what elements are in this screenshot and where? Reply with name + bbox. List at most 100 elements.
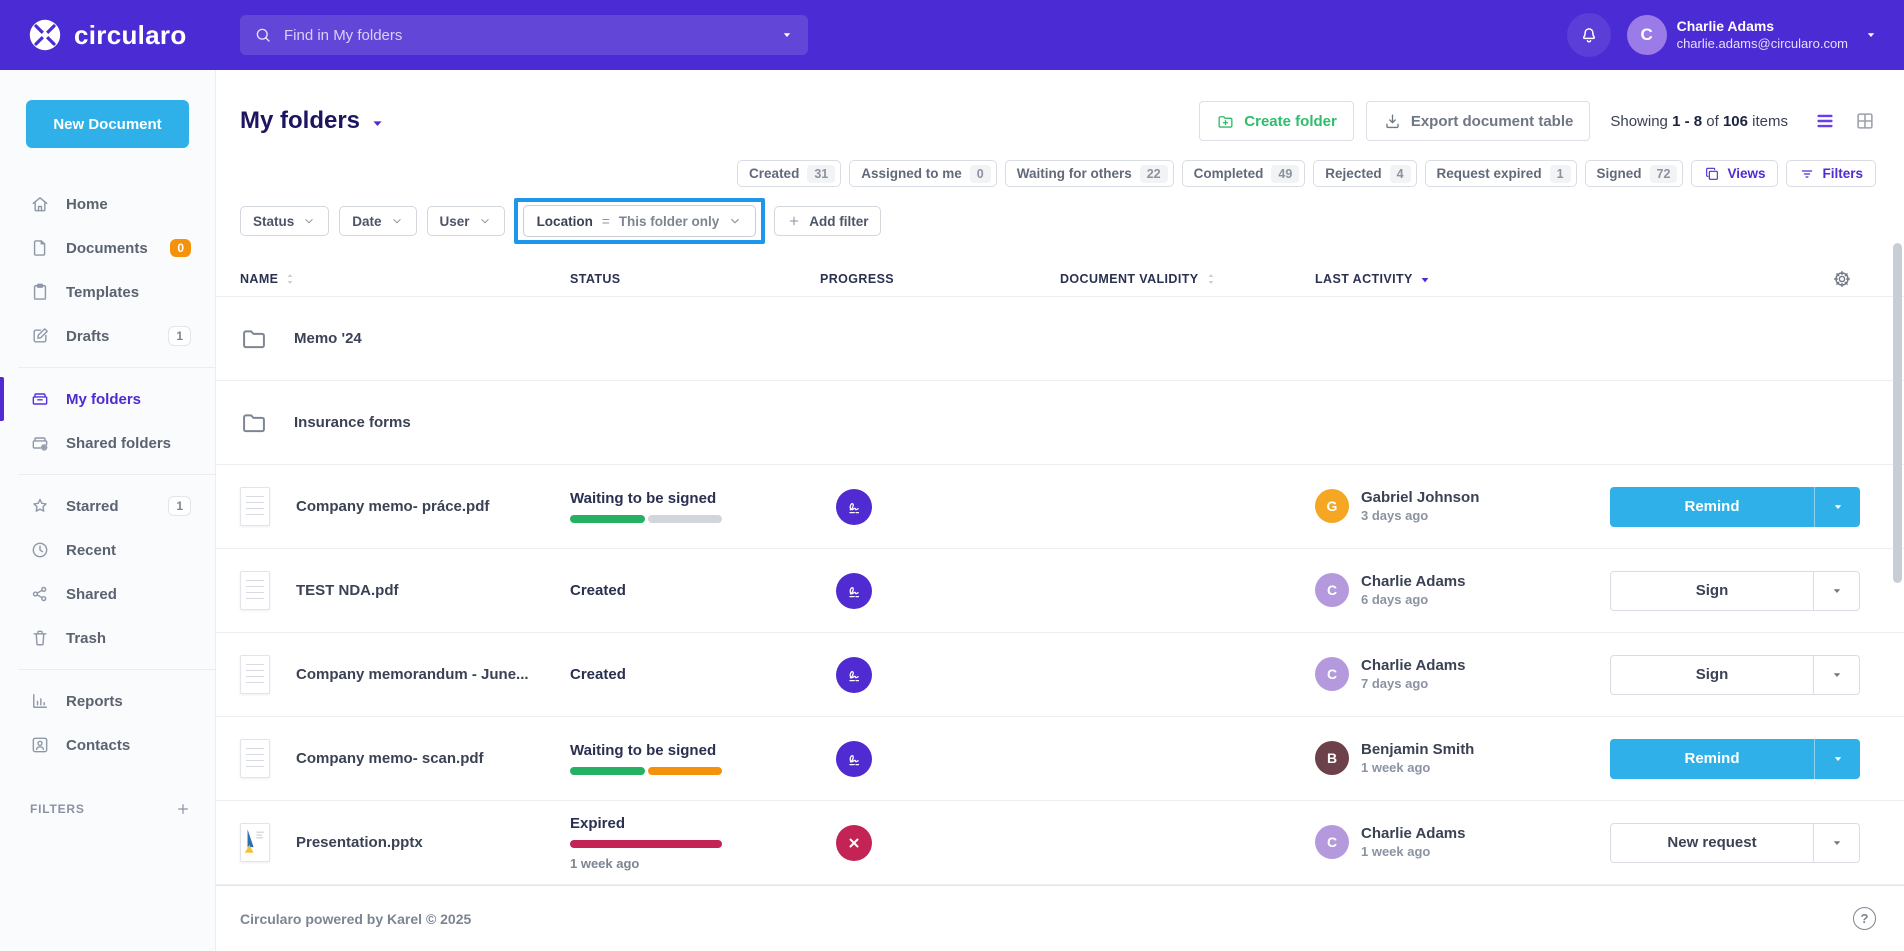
chip-created[interactable]: Created31	[737, 160, 841, 187]
action-button-new-request[interactable]: New request	[1610, 823, 1860, 863]
document-thumbnail	[240, 655, 270, 694]
column-header-name[interactable]: NAME	[240, 271, 570, 287]
chip-count: 22	[1140, 165, 1168, 183]
search-input[interactable]	[284, 27, 768, 44]
row-status: Waiting to be signed	[570, 491, 820, 506]
document-row-test-nda-pdf[interactable]: TEST NDA.pdfCreatedCCharlie Adams6 days …	[216, 549, 1904, 633]
sidebar-item-home[interactable]: Home	[0, 182, 215, 226]
sidebar-item-recent[interactable]: Recent	[0, 528, 215, 572]
sidebar-item-documents[interactable]: Documents0	[0, 226, 215, 270]
user-menu[interactable]: C Charlie Adams charlie.adams@circularo.…	[1627, 15, 1878, 55]
row-name[interactable]: Insurance forms	[294, 414, 411, 431]
sidebar-item-reports[interactable]: Reports	[0, 679, 215, 723]
action-label[interactable]: Remind	[1610, 487, 1814, 527]
action-label[interactable]: New request	[1611, 824, 1813, 862]
sidebar-item-drafts[interactable]: Drafts1	[0, 314, 215, 358]
location-filter[interactable]: Location = This folder only	[523, 205, 757, 237]
notifications-button[interactable]	[1567, 13, 1611, 57]
filter-dropdown-date[interactable]: Date	[339, 206, 416, 236]
sidebar-divider	[18, 474, 215, 475]
signature-icon[interactable]	[836, 657, 872, 693]
signature-icon[interactable]	[836, 489, 872, 525]
folder-plus-icon	[1216, 112, 1235, 131]
grid-view-icon[interactable]	[1854, 110, 1876, 132]
brand-logo[interactable]: circularo	[0, 16, 216, 54]
document-row-company-memo-scan-pdf[interactable]: Company memo- scan.pdfWaiting to be sign…	[216, 717, 1904, 801]
row-name[interactable]: TEST NDA.pdf	[296, 582, 399, 599]
sidebar-item-trash[interactable]: Trash	[0, 616, 215, 660]
showing-range: 1 - 8	[1672, 113, 1702, 130]
folder-row-memo-24[interactable]: Memo '24	[216, 297, 1904, 381]
row-name[interactable]: Company memo- scan.pdf	[296, 750, 484, 767]
expired-icon[interactable]	[836, 825, 872, 861]
document-row-company-memorandum-june[interactable]: Company memorandum - June...CreatedCChar…	[216, 633, 1904, 717]
chevron-down-icon	[302, 214, 316, 228]
add-filter-button[interactable]: Add filter	[774, 206, 881, 236]
chip-completed[interactable]: Completed49	[1182, 160, 1306, 187]
sidebar-item-badge: 1	[168, 496, 191, 516]
add-saved-filter-icon[interactable]	[175, 801, 191, 817]
new-document-button[interactable]: New Document	[26, 100, 189, 148]
action-dropdown-caret[interactable]	[1814, 487, 1860, 527]
create-folder-button[interactable]: Create folder	[1199, 101, 1354, 141]
gear-icon[interactable]	[1832, 269, 1852, 289]
column-header-document-validity[interactable]: DOCUMENT VALIDITY	[1060, 271, 1315, 287]
chevron-down-icon	[390, 214, 404, 228]
home-icon	[30, 194, 50, 214]
activity-time: 1 week ago	[1361, 760, 1474, 777]
chip-assigned-to-me[interactable]: Assigned to me0	[849, 160, 996, 187]
action-label[interactable]: Remind	[1610, 739, 1814, 779]
filter-dropdown-user[interactable]: User	[427, 206, 505, 236]
row-name[interactable]: Memo '24	[294, 330, 362, 347]
status-time: 1 week ago	[570, 857, 820, 870]
action-dropdown-caret[interactable]	[1813, 572, 1859, 610]
sidebar-item-shared[interactable]: Shared	[0, 572, 215, 616]
search-scope-caret-icon[interactable]	[780, 28, 794, 42]
row-name[interactable]: Company memo- práce.pdf	[296, 498, 489, 515]
sidebar-item-badge: 1	[168, 326, 191, 346]
action-dropdown-caret[interactable]	[1814, 739, 1860, 779]
activity-user: Benjamin Smith	[1361, 740, 1474, 760]
signature-icon[interactable]	[836, 741, 872, 777]
sidebar-item-starred[interactable]: Starred 1	[0, 484, 215, 528]
action-button-sign[interactable]: Sign	[1610, 571, 1860, 611]
sidebar-item-templates[interactable]: Templates	[0, 270, 215, 314]
document-row-company-memo-pr-ce-pdf[interactable]: Company memo- práce.pdf Waiting to be sig…	[216, 465, 1904, 549]
sidebar-item-my-folders[interactable]: My folders	[0, 377, 215, 421]
filters-button[interactable]: Filters	[1786, 160, 1876, 187]
export-table-button[interactable]: Export document table	[1366, 101, 1591, 141]
action-button-remind[interactable]: Remind	[1610, 487, 1860, 527]
sidebar-item-label: Starred	[66, 498, 119, 515]
action-label[interactable]: Sign	[1611, 656, 1813, 694]
chip-request-expired[interactable]: Request expired1	[1425, 160, 1577, 187]
document-row-presentation-pptx[interactable]: Presentation.pptxExpired1 week agoCCharl…	[216, 801, 1904, 885]
folder-row-insurance-forms[interactable]: Insurance forms	[216, 381, 1904, 465]
sidebar-item-shared-folders[interactable]: Shared folders	[0, 421, 215, 465]
action-label[interactable]: Sign	[1611, 572, 1813, 610]
filter-dropdowns: Status Date User	[240, 206, 505, 236]
vertical-scrollbar[interactable]	[1893, 243, 1902, 583]
sidebar-item-contacts[interactable]: Contacts	[0, 723, 215, 767]
action-dropdown-caret[interactable]	[1813, 824, 1859, 862]
row-name[interactable]: Company memorandum - June...	[296, 666, 529, 683]
chip-count: 49	[1271, 165, 1299, 183]
chip-rejected[interactable]: Rejected4	[1313, 160, 1416, 187]
row-name[interactable]: Presentation.pptx	[296, 834, 423, 851]
action-dropdown-caret[interactable]	[1813, 656, 1859, 694]
activity-avatar: C	[1315, 657, 1349, 691]
signature-icon[interactable]	[836, 573, 872, 609]
list-view-icon[interactable]	[1814, 110, 1836, 132]
views-button[interactable]: Views	[1691, 160, 1778, 187]
column-header-last-activity[interactable]: LAST ACTIVITY	[1315, 271, 1610, 287]
chip-signed[interactable]: Signed72	[1585, 160, 1684, 187]
action-button-sign[interactable]: Sign	[1610, 655, 1860, 695]
title-caret-icon	[370, 116, 385, 131]
action-button-remind[interactable]: Remind	[1610, 739, 1860, 779]
filter-dropdown-status[interactable]: Status	[240, 206, 329, 236]
global-search[interactable]	[240, 15, 808, 55]
document-thumbnail	[240, 487, 270, 526]
chip-waiting-for-others[interactable]: Waiting for others22	[1005, 160, 1174, 187]
page-title[interactable]: My folders	[240, 107, 385, 135]
topbar: circularo C Charlie Adams charlie.adams@…	[0, 0, 1904, 70]
help-button[interactable]: ?	[1853, 907, 1876, 930]
